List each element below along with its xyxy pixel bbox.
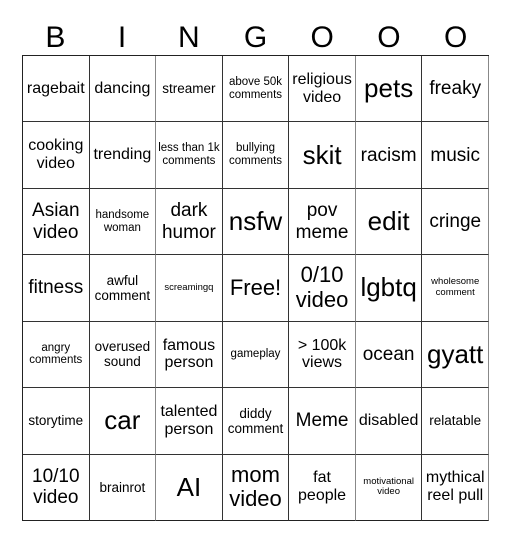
bingo-cell[interactable]: awful comment [89,255,157,322]
bingo-cell[interactable]: relatable [422,388,489,455]
bingo-cell[interactable]: skit [289,122,356,189]
bingo-cell[interactable]: diddy comment [222,388,290,455]
bingo-cell[interactable]: pets [355,56,423,123]
bingo-cell[interactable]: trending [89,122,157,189]
header-letter: B [45,21,66,54]
header-letter: O [310,21,334,54]
bingo-header: B I N G O O O [22,18,489,55]
bingo-cell[interactable]: ocean [355,321,423,389]
bingo-cell[interactable]: dark humor [156,188,223,256]
bingo-cell[interactable]: angry comments [23,321,90,389]
bingo-cell[interactable]: storytime [23,388,90,455]
bingo-cell[interactable]: Meme [289,388,356,455]
bingo-cell[interactable]: disabled [355,388,423,455]
bingo-cell[interactable]: car [89,388,157,455]
bingo-cell[interactable]: nsfw [222,188,290,256]
bingo-cell[interactable]: edit [355,188,423,256]
header-letter: O [377,21,401,54]
bingo-cell[interactable]: brainrot [89,454,157,521]
bingo-cell[interactable]: cooking video [23,122,90,189]
bingo-cell[interactable]: 10/10 video [23,454,90,521]
bingo-cell[interactable]: above 50k comments [222,56,290,123]
bingo-cell[interactable]: famous person [156,321,223,389]
bingo-cell[interactable]: lgbtq [355,255,423,322]
bingo-cell[interactable]: fitness [23,255,90,322]
bingo-cell[interactable]: less than 1k comments [156,122,223,189]
bingo-cell[interactable]: handsome woman [89,188,157,256]
bingo-cell[interactable]: streamer [156,56,223,123]
bingo-cell[interactable]: religious video [289,56,356,123]
bingo-cell[interactable]: dancing [89,56,157,123]
bingo-cell[interactable]: gyatt [422,321,489,389]
bingo-cell[interactable]: ragebait [23,56,90,123]
bingo-cell[interactable]: freaky [422,56,489,123]
bingo-cell[interactable]: AI [156,454,223,521]
bingo-cell[interactable]: Asian video [23,188,90,256]
bingo-cell[interactable]: racism [355,122,423,189]
bingo-cell[interactable]: gameplay [222,321,290,389]
bingo-cell[interactable]: wholesome comment [422,255,489,322]
bingo-cell[interactable]: mythical reel pull [422,454,489,521]
bingo-cell[interactable]: > 100k views [289,321,356,389]
header-letter: G [243,21,268,54]
bingo-cell[interactable]: screamingq [156,255,223,322]
header-letter: I [117,21,127,54]
bingo-cell[interactable]: fat people [289,454,356,521]
bingo-cell[interactable]: mom video [222,454,290,521]
bingo-cell[interactable]: overused sound [89,321,157,389]
free-space[interactable]: Free! [222,255,290,322]
bingo-cell[interactable]: cringe [422,188,489,256]
bingo-cell[interactable]: motivational video [355,454,423,521]
bingo-cell[interactable]: bullying comments [222,122,290,189]
bingo-cell[interactable]: 0/10 video [289,255,356,322]
bingo-cell[interactable]: pov meme [289,188,356,256]
bingo-cell[interactable]: music [422,122,489,189]
bingo-cell[interactable]: talented person [156,388,223,455]
header-letter: N [177,21,200,54]
header-letter: O [443,21,468,54]
bingo-board: ragebait dancing streamer above 50k comm… [22,55,489,521]
